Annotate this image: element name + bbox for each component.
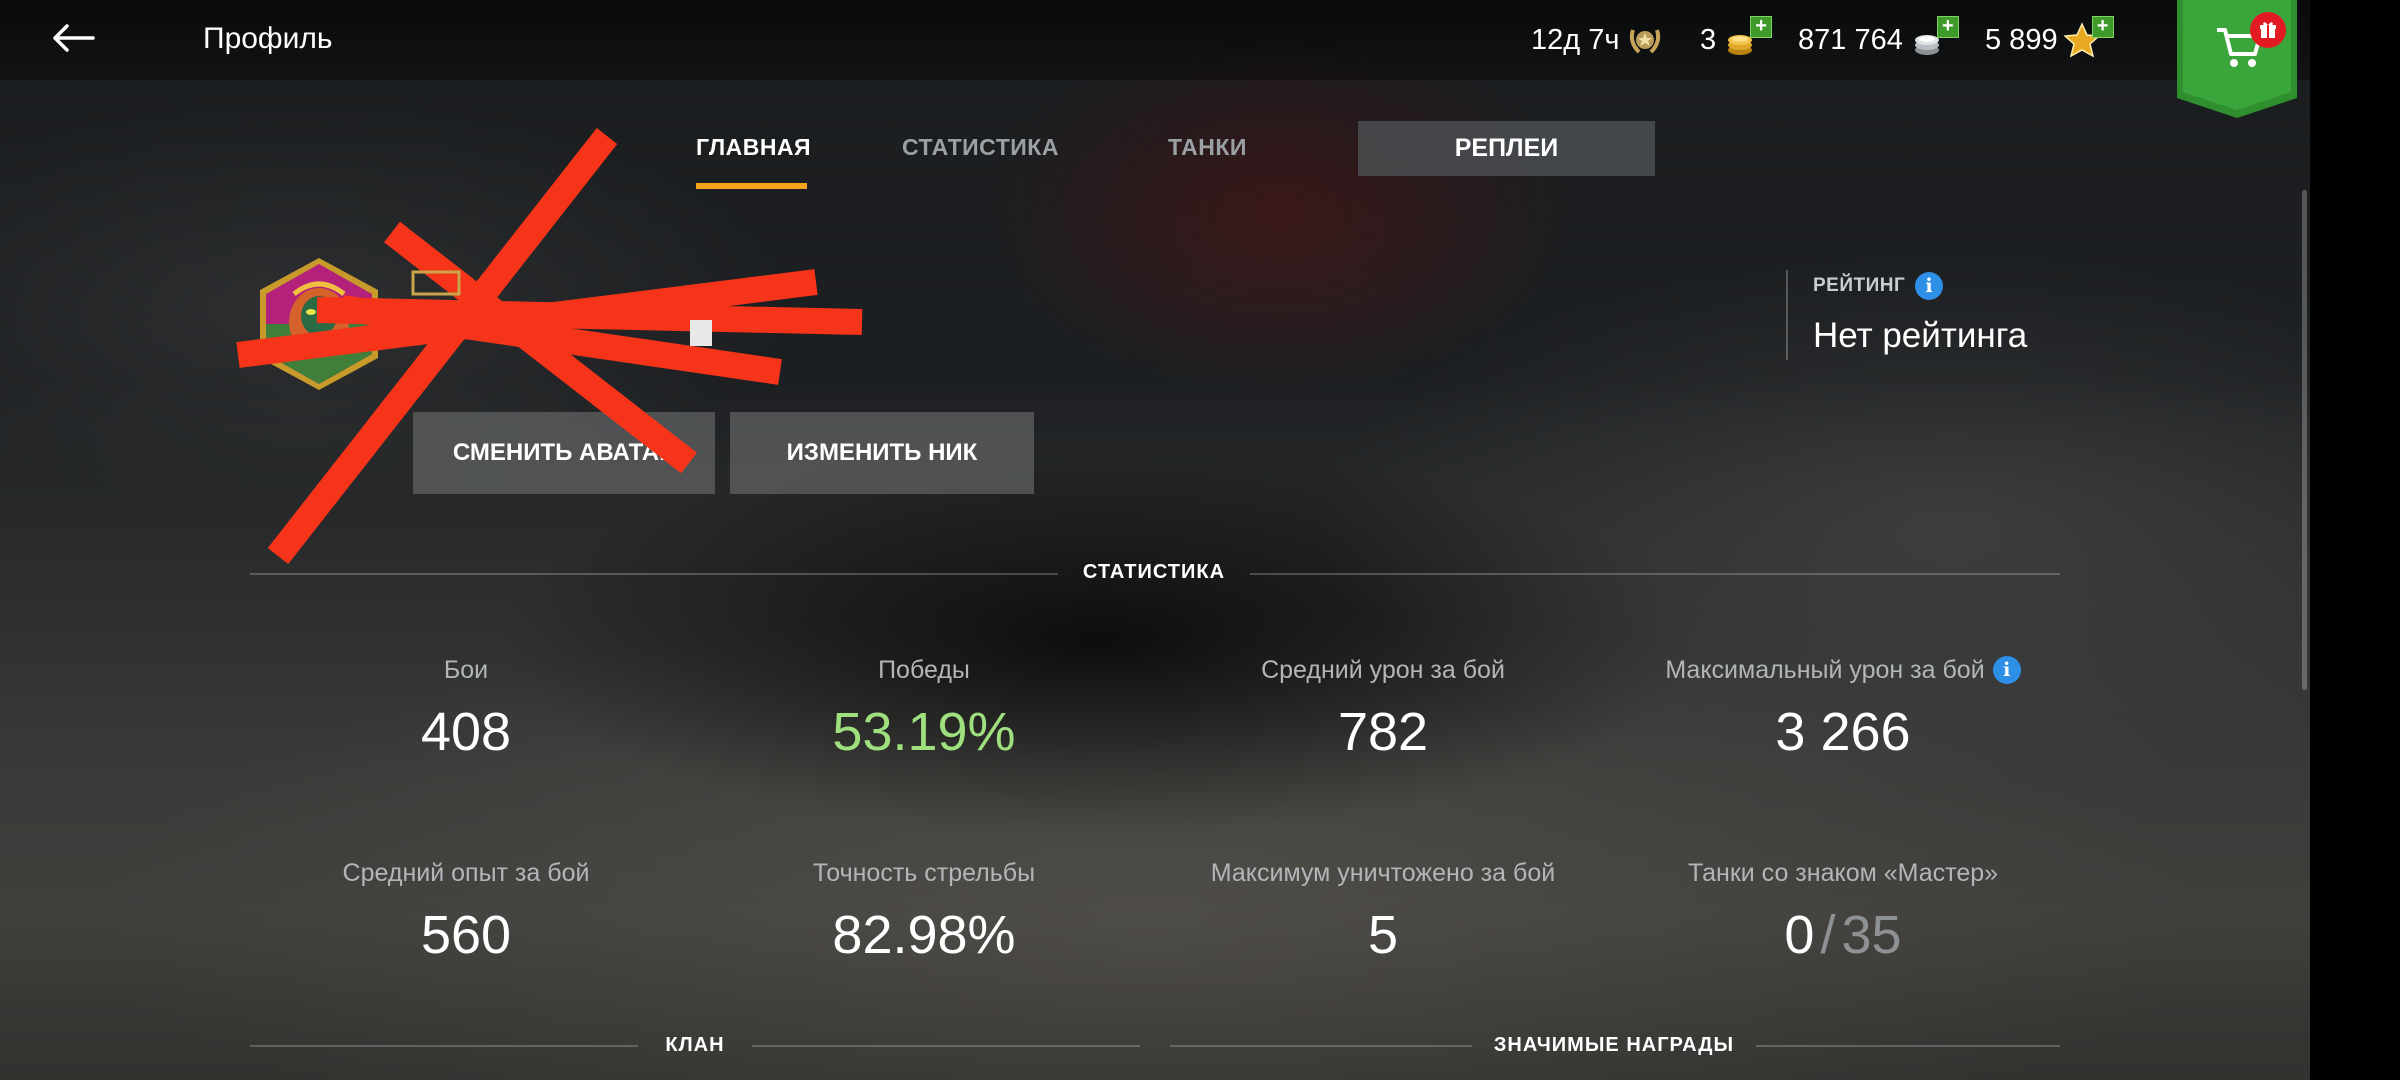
- gold-value: 3: [1700, 23, 1717, 56]
- add-gold-icon[interactable]: +: [1750, 16, 1773, 38]
- change-nick-button[interactable]: ИЗМЕНИТЬ НИК: [730, 412, 1034, 494]
- info-icon[interactable]: i: [1915, 272, 1944, 300]
- stat-label: Бои: [443, 655, 489, 684]
- star-xp-icon: +: [2062, 16, 2114, 60]
- scrollbar[interactable]: [2302, 190, 2307, 690]
- stat-value: 5: [1367, 905, 1399, 965]
- premium-time-indicator[interactable]: 12д 7ч: [1531, 20, 1665, 60]
- section-divider: [1250, 573, 2060, 575]
- stat-label: Средний урон за бой: [1261, 655, 1505, 684]
- free-xp-value: 5 899: [1985, 23, 2058, 56]
- stat-accuracy: Точность стрельбы 82.98%: [704, 856, 1144, 966]
- stat-value-row: 0/35: [1623, 904, 2063, 966]
- stat-label: Точность стрельбы: [812, 858, 1036, 887]
- stat-label: Максимум уничтожено за бой: [1210, 858, 1556, 887]
- stat-label-row: Максимальный урон за бой i: [1623, 653, 2063, 687]
- stat-max-kills: Максимум уничтожено за бой 5: [1163, 856, 1603, 966]
- stat-label: Максимальный урон за бой: [1665, 655, 1985, 684]
- stat-avg-damage: Средний урон за бой 782: [1163, 653, 1603, 763]
- stat-label: Победы: [878, 655, 970, 684]
- rating-label: РЕЙТИНГ i: [1813, 272, 1944, 300]
- silver-coins-icon: +: [1909, 16, 1959, 60]
- top-bar: [0, 0, 2310, 80]
- avatar[interactable]: [254, 254, 384, 394]
- add-free-xp-icon[interactable]: +: [2091, 16, 2114, 38]
- active-tab-indicator: [696, 183, 807, 189]
- stat-value: 82.98%: [832, 905, 1016, 965]
- awards-section-title: ЗНАЧИМЫЕ НАГРАДЫ: [1493, 1034, 1735, 1056]
- tab-replays[interactable]: РЕПЛЕИ: [1358, 121, 1655, 176]
- section-divider: [1756, 1045, 2060, 1047]
- stat-wins: Победы 53.19%: [704, 653, 1144, 763]
- stat-value: 3 266: [1775, 702, 1911, 762]
- clan-section-title: КЛАН: [665, 1034, 725, 1056]
- stat-battles: Бои 408: [246, 653, 686, 763]
- stat-value: 408: [420, 702, 512, 762]
- stat-avg-xp: Средний опыт за бой 560: [246, 856, 686, 966]
- credits-value: 871 764: [1798, 23, 1903, 56]
- stat-max-damage: Максимальный урон за бой i 3 266: [1623, 653, 2063, 763]
- add-credits-icon[interactable]: +: [1936, 16, 1959, 38]
- gold-coins-icon: +: [1722, 16, 1773, 60]
- rating-divider: [1786, 270, 1788, 360]
- stat-value: 782: [1337, 702, 1429, 762]
- section-divider: [1170, 1045, 1472, 1047]
- info-icon[interactable]: i: [1992, 656, 2021, 684]
- change-avatar-button[interactable]: СМЕНИТЬ АВАТАР: [413, 412, 715, 494]
- gift-icon[interactable]: [2250, 12, 2286, 48]
- stat-label: Средний опыт за бой: [342, 858, 590, 887]
- section-divider: [250, 1045, 638, 1047]
- stat-value: 560: [420, 905, 512, 965]
- stat-mastery-tanks: Танки со знаком «Мастер» 0/35: [1623, 856, 2063, 966]
- stat-value: 53.19%: [832, 702, 1016, 762]
- arrow-left-icon: [51, 23, 95, 58]
- credits-indicator[interactable]: 871 764 +: [1798, 16, 1959, 60]
- back-button[interactable]: [48, 18, 98, 62]
- statistics-section-title: СТАТИСТИКА: [1082, 561, 1226, 583]
- laurel-badge-icon: [1625, 20, 1665, 60]
- stat-label: Танки со знаком «Мастер»: [1687, 858, 1999, 887]
- stat-separator: /: [1820, 905, 1836, 965]
- tab-statistics[interactable]: СТАТИСТИКА: [902, 134, 1059, 161]
- page-title: Профиль: [203, 22, 333, 55]
- section-divider: [250, 573, 1058, 575]
- rating-label-text: РЕЙТИНГ: [1813, 275, 1906, 296]
- screen-edge: [2310, 0, 2400, 1080]
- free-xp-indicator[interactable]: 5 899 +: [1985, 16, 2114, 60]
- gold-indicator[interactable]: 3 +: [1700, 16, 1773, 60]
- rating-value: Нет рейтинга: [1813, 316, 2028, 355]
- tab-tanks[interactable]: ТАНКИ: [1168, 134, 1247, 161]
- section-divider: [752, 1045, 1140, 1047]
- tab-main[interactable]: ГЛАВНАЯ: [696, 134, 811, 161]
- stat-total: 35: [1841, 905, 1902, 965]
- premium-time-value: 12д 7ч: [1531, 23, 1620, 56]
- stat-value: 0: [1784, 905, 1815, 965]
